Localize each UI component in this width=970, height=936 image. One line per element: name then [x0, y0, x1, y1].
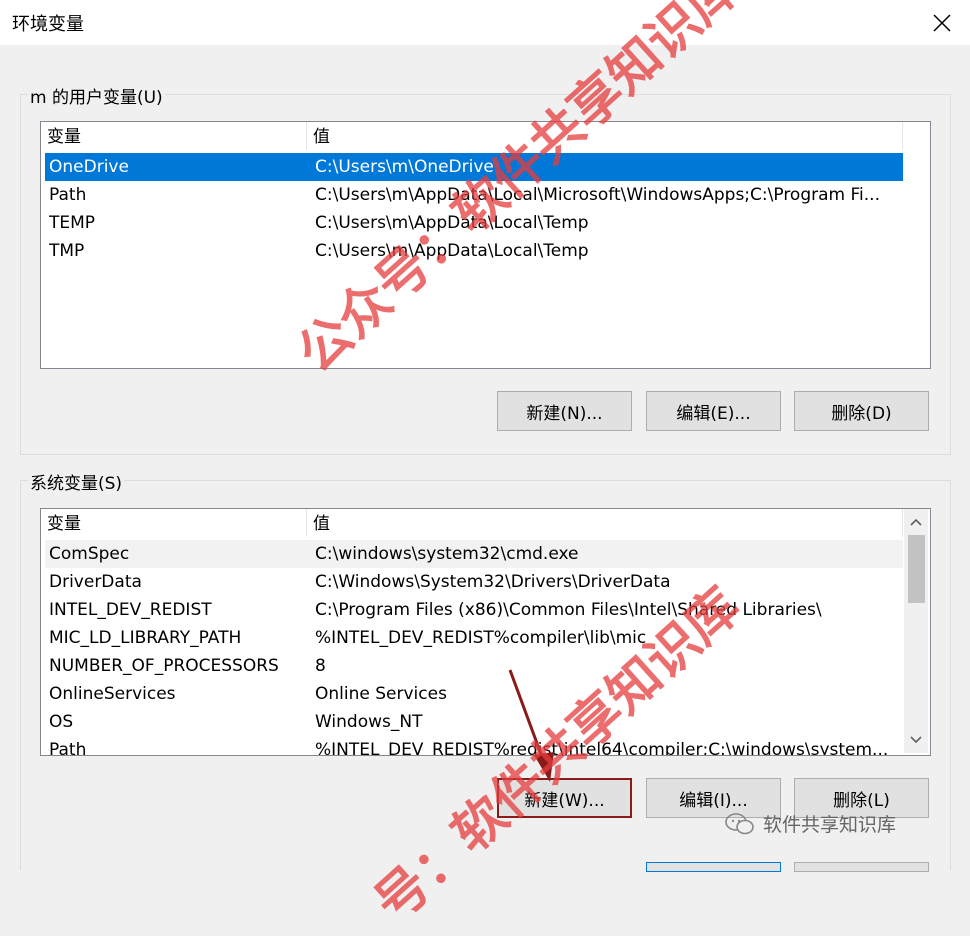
column-header-variable[interactable]: 变量	[41, 509, 307, 537]
column-header-value[interactable]: 值	[307, 509, 903, 537]
system-var-row[interactable]: INTEL_DEV_REDIST C:\Program Files (x86)\…	[45, 596, 903, 624]
cancel-button-partial[interactable]	[794, 862, 929, 872]
column-header-variable[interactable]: 变量	[41, 122, 307, 150]
close-button[interactable]	[914, 0, 970, 45]
system-var-row[interactable]: OnlineServices Online Services	[45, 680, 903, 708]
user-new-button[interactable]: 新建(N)...	[497, 391, 632, 431]
user-vars-label: m 的用户变量(U)	[28, 83, 165, 108]
scroll-up-button[interactable]	[904, 511, 928, 533]
system-var-row[interactable]: ComSpec C:\windows\system32\cmd.exe	[45, 540, 903, 568]
system-var-row[interactable]: Path %INTEL_DEV_REDIST%redist\intel64\co…	[45, 736, 903, 755]
system-vars-label: 系统变量(S)	[28, 469, 125, 494]
user-vars-header: 变量 值	[41, 122, 903, 150]
ok-button-partial[interactable]	[646, 862, 781, 872]
window-title: 环境变量	[12, 14, 84, 35]
system-vars-header: 变量 值	[41, 509, 903, 537]
user-edit-button[interactable]: 编辑(E)...	[646, 391, 781, 431]
title-bar: 环境变量	[0, 0, 970, 45]
close-icon	[933, 13, 951, 32]
system-var-row[interactable]: DriverData C:\Windows\System32\Drivers\D…	[45, 568, 903, 596]
brand-tag: 软件共享知识库	[725, 810, 896, 837]
system-var-row[interactable]: OS Windows_NT	[45, 708, 903, 736]
wechat-icon	[725, 812, 754, 834]
system-vars-list[interactable]: 变量 值 ComSpec C:\windows\system32\cmd.exe…	[40, 508, 931, 756]
brand-name: 软件共享知识库	[763, 814, 897, 836]
system-var-row[interactable]: NUMBER_OF_PROCESSORS 8	[45, 652, 903, 680]
chevron-down-icon	[910, 736, 922, 744]
chevron-up-icon	[910, 518, 922, 526]
scroll-thumb[interactable]	[908, 535, 925, 603]
system-vars-scrollbar[interactable]	[904, 509, 928, 753]
system-var-row[interactable]: MIC_LD_LIBRARY_PATH %INTEL_DEV_REDIST%co…	[45, 624, 903, 652]
user-delete-button[interactable]: 删除(D)	[794, 391, 929, 431]
scroll-down-button[interactable]	[904, 729, 928, 751]
